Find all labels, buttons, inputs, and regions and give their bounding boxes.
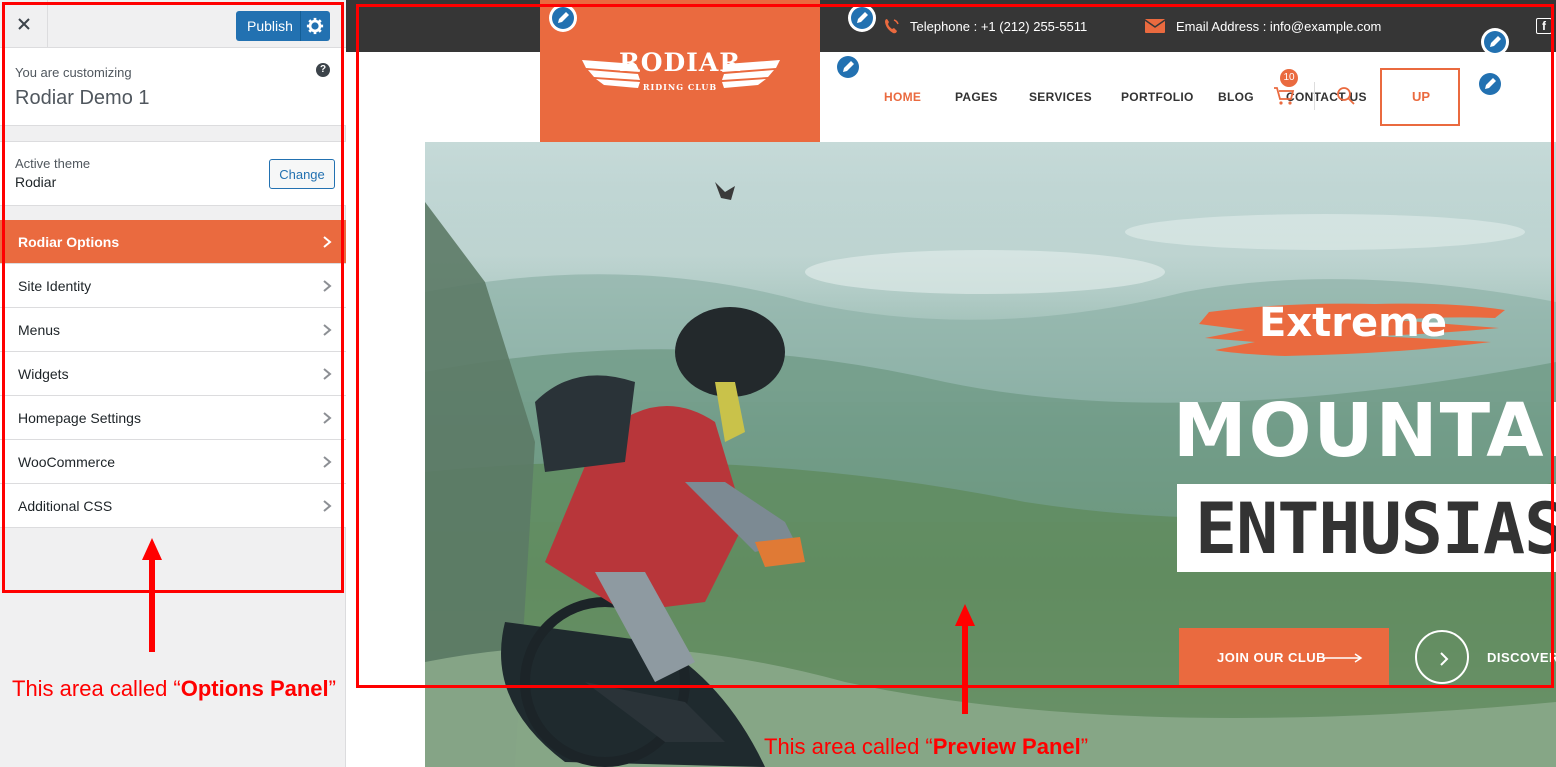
customizing-label: You are customizing xyxy=(15,65,132,80)
menu-item-label: Site Identity xyxy=(18,278,92,294)
nav-services[interactable]: SERVICES xyxy=(1029,90,1092,104)
annotation-suffix: ” xyxy=(328,676,336,701)
site-navigation: HOME PAGES SERVICES PORTFOLIO BLOG CONTA… xyxy=(820,52,1556,142)
chevron-right-icon xyxy=(323,456,332,468)
cart-count-badge: 10 xyxy=(1280,69,1298,87)
nav-portfolio[interactable]: PORTFOLIO xyxy=(1121,90,1194,104)
logo-subtitle: RIDING CLUB xyxy=(642,82,718,92)
site-title: Rodiar Demo 1 xyxy=(15,87,150,109)
menu-item-label: Additional CSS xyxy=(18,498,113,514)
menu-item-label: Widgets xyxy=(18,366,69,382)
nav-home[interactable]: HOME xyxy=(884,90,921,104)
chevron-right-icon xyxy=(1440,652,1449,666)
edit-header-button-pin[interactable] xyxy=(1476,70,1504,98)
menu-item-homepage-settings[interactable]: Homepage Settings xyxy=(0,396,346,440)
chevron-right-icon xyxy=(323,324,332,336)
change-theme-button[interactable]: Change xyxy=(269,159,335,189)
facebook-icon[interactable]: f xyxy=(1536,18,1552,34)
envelope-icon xyxy=(1144,19,1166,33)
help-icon[interactable]: ? xyxy=(316,63,330,77)
menu-item-widgets[interactable]: Widgets xyxy=(0,352,346,396)
telephone-text: Telephone : +1 (212) 255-5511 xyxy=(910,18,1088,34)
telephone-info: Telephone : +1 (212) 255-5511 xyxy=(884,0,1087,52)
active-theme-label: Active theme xyxy=(15,156,91,171)
pencil-icon xyxy=(558,12,569,23)
menu-item-label: Homepage Settings xyxy=(18,410,141,426)
chevron-right-icon xyxy=(323,280,332,292)
close-icon xyxy=(17,18,30,30)
options-panel: Publish You are customizing Rodiar Demo … xyxy=(0,0,346,767)
customizer-header: Publish xyxy=(0,0,346,48)
nav-blog[interactable]: BLOG xyxy=(1218,90,1254,104)
email-text: Email Address : info@example.com xyxy=(1176,18,1382,34)
customizer-menu: Rodiar Options Site Identity Menus Widge… xyxy=(0,220,346,528)
annotation-bold: Options Panel xyxy=(180,676,329,701)
hero-banner: Extreme MOUNTAIN ENTHUSIASTS JOIN OUR CL… xyxy=(425,142,1556,767)
logo-title: RODIAR xyxy=(618,48,742,77)
menu-item-additional-css[interactable]: Additional CSS xyxy=(0,484,346,528)
annotation-suffix: ” xyxy=(1080,734,1089,759)
hero-title-line-2: ENTHUSIASTS xyxy=(1195,488,1556,570)
edit-menu-pin[interactable] xyxy=(834,53,862,81)
header-cta-button[interactable]: UP xyxy=(1380,68,1460,126)
pencil-icon xyxy=(1485,78,1496,89)
pencil-icon xyxy=(857,12,868,23)
annotation-prefix: This area called “ xyxy=(764,734,933,759)
email-info: Email Address : info@example.com xyxy=(1144,0,1381,52)
customizing-info: You are customizing Rodiar Demo 1 ? xyxy=(0,48,346,126)
edit-topbar-pin[interactable] xyxy=(848,4,876,32)
active-theme-section: Active theme Rodiar Change xyxy=(0,141,346,206)
pencil-icon xyxy=(843,61,854,72)
annotation-bold: Preview Panel xyxy=(932,734,1081,759)
publish-label: Publish xyxy=(247,18,293,34)
arrow-up-icon xyxy=(142,538,162,652)
search-icon[interactable] xyxy=(1336,86,1356,106)
edit-social-pin[interactable] xyxy=(1481,28,1509,56)
gear-icon[interactable] xyxy=(306,17,324,35)
edit-logo-pin[interactable] xyxy=(549,4,577,32)
preview-panel: Telephone : +1 (212) 255-5511 Email Addr… xyxy=(346,0,1556,767)
cart-icon[interactable] xyxy=(1272,84,1296,108)
active-theme-name: Rodiar xyxy=(15,174,57,190)
nav-divider xyxy=(1314,82,1315,110)
join-club-label: JOIN OUR CLUB xyxy=(1217,650,1327,665)
menu-item-woocommerce[interactable]: WooCommerce xyxy=(0,440,346,484)
phone-icon xyxy=(885,19,899,34)
annotation-prefix: This area called “ xyxy=(12,676,181,701)
nav-pages[interactable]: PAGES xyxy=(955,90,998,104)
site-topbar: Telephone : +1 (212) 255-5511 Email Addr… xyxy=(346,0,1556,52)
chevron-right-icon xyxy=(323,500,332,512)
menu-item-label: WooCommerce xyxy=(18,454,115,470)
menu-item-label: Menus xyxy=(18,322,61,338)
options-panel-annotation: This area called “Options Panel” xyxy=(12,676,336,702)
hero-title-line-1: MOUNTAIN xyxy=(1173,388,1556,474)
menu-item-menus[interactable]: Menus xyxy=(0,308,346,352)
discover-button[interactable] xyxy=(1415,630,1469,684)
discover-label[interactable]: DISCOVER xyxy=(1487,650,1556,665)
publish-divider xyxy=(300,11,301,41)
menu-item-label: Rodiar Options xyxy=(18,234,120,250)
site-logo[interactable]: RODIAR RIDING CLUB xyxy=(540,0,820,142)
join-club-button[interactable]: JOIN OUR CLUB xyxy=(1179,628,1389,688)
chevron-right-icon xyxy=(323,236,332,248)
menu-item-rodiar-options[interactable]: Rodiar Options xyxy=(0,220,346,264)
publish-button[interactable]: Publish xyxy=(236,11,330,41)
menu-item-site-identity[interactable]: Site Identity xyxy=(0,264,346,308)
close-button[interactable] xyxy=(0,0,48,48)
chevron-right-icon xyxy=(323,368,332,380)
arrow-up-icon xyxy=(955,604,975,714)
preview-panel-annotation: This area called “Preview Panel” xyxy=(764,734,1088,760)
arrow-right-icon xyxy=(1323,653,1363,663)
pencil-icon xyxy=(1490,36,1501,47)
chevron-right-icon xyxy=(323,412,332,424)
hero-tagline: Extreme xyxy=(1259,300,1447,346)
